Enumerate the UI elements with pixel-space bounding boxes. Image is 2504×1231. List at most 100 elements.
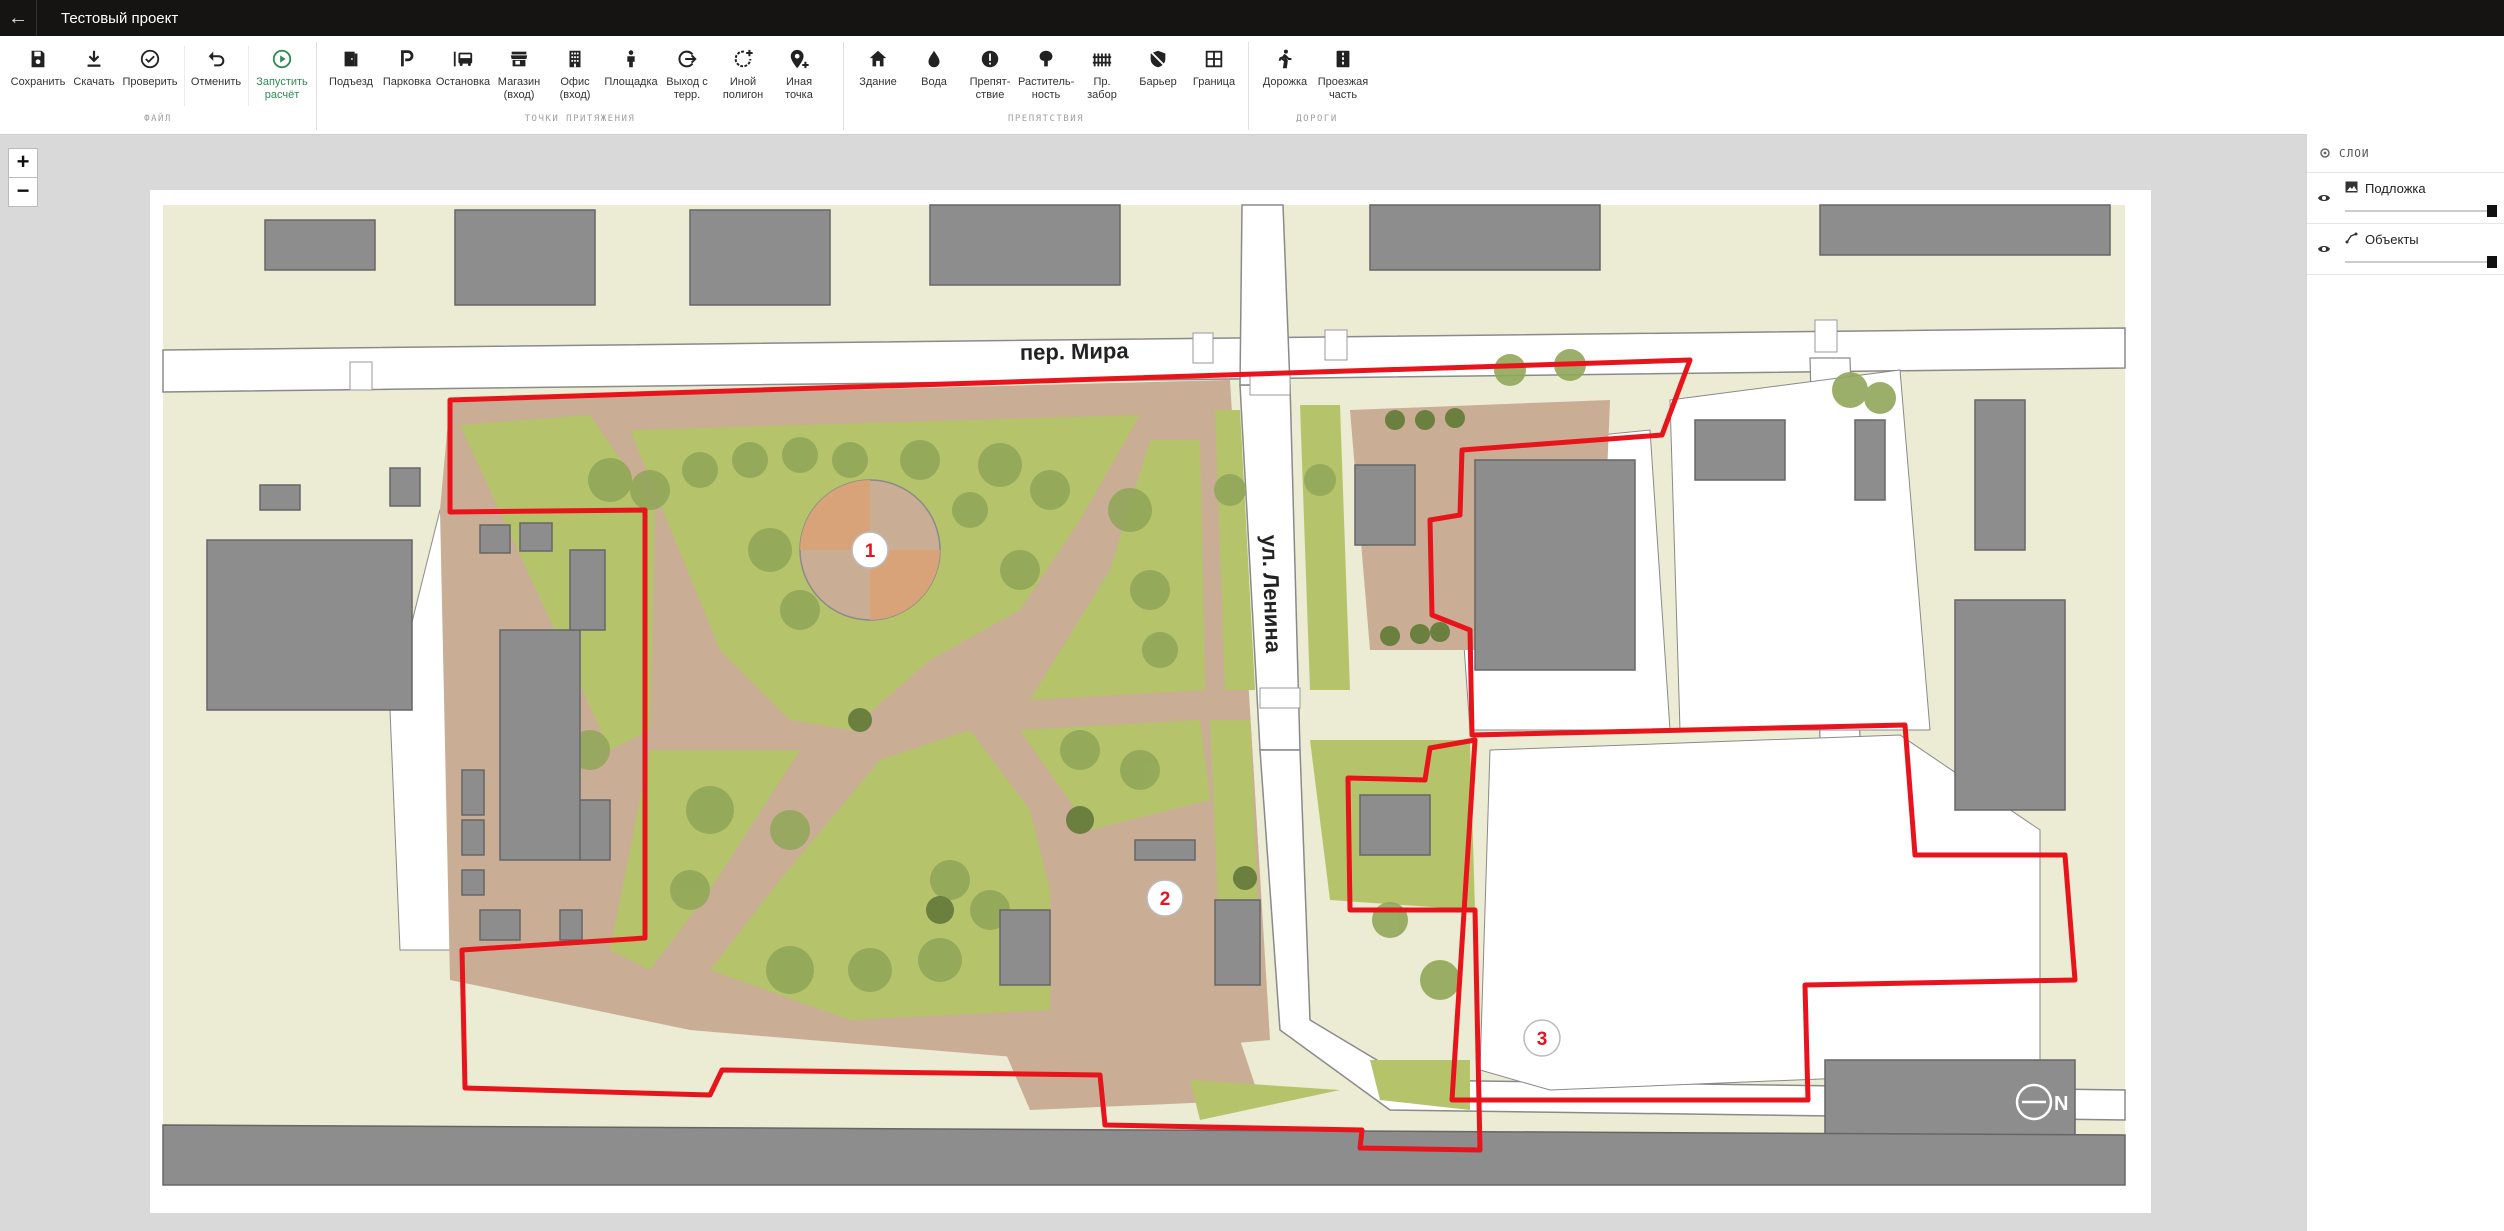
- download-button[interactable]: Скачать: [66, 44, 122, 89]
- group-roads: Дорожка Проезжая часть дороги: [1249, 36, 1385, 134]
- marker-2[interactable]: 2: [1146, 879, 1184, 917]
- stop-label: Остановка: [435, 76, 491, 88]
- border-label: Граница: [1192, 76, 1236, 88]
- street-lenina-label: ул. Ленина: [1257, 534, 1286, 654]
- path-tool[interactable]: Дорожка: [1257, 44, 1313, 89]
- alert-circle-icon: [981, 50, 999, 68]
- office-tool[interactable]: Офис (вход): [547, 44, 603, 102]
- project-title: Тестовый проект: [61, 9, 179, 27]
- playground-label: Площадка: [604, 76, 658, 88]
- check-button[interactable]: Проверить: [122, 44, 178, 89]
- barrier-label: Барьер: [1139, 76, 1177, 88]
- vegetation-tool[interactable]: Раститель- ность: [1018, 44, 1074, 102]
- north-label: N: [2054, 1093, 2068, 1115]
- street-mira-label: пер. Мира: [1020, 338, 1130, 365]
- other-point-tool[interactable]: Иная точка: [771, 44, 827, 102]
- save-label: Сохранить: [10, 76, 66, 88]
- layer-basemap: Подложка: [2307, 173, 2504, 224]
- save-button[interactable]: Сохранить: [10, 44, 66, 89]
- map-canvas[interactable]: 1 2 3 пер. Мира ул. Ленина N: [150, 190, 2151, 1213]
- entrance-tool[interactable]: Подъезд: [323, 44, 379, 89]
- undo-label: Отменить: [190, 76, 242, 88]
- fence-icon: [1092, 53, 1112, 67]
- water-tool[interactable]: Вода: [906, 44, 962, 89]
- undo-icon: [208, 51, 225, 67]
- marker-3[interactable]: 3: [1523, 1019, 1561, 1057]
- group-obstacles: Здание Вода Препят- ствие Раститель- нос…: [844, 36, 1248, 134]
- slider-handle[interactable]: [2487, 205, 2497, 217]
- walking-icon: [1278, 49, 1292, 69]
- layers-header: слои: [2307, 134, 2504, 173]
- obstacle-tool[interactable]: Препят- ствие: [962, 44, 1018, 102]
- fence-tool[interactable]: Пр. забор: [1074, 44, 1130, 102]
- shop-label: Магазин (вход): [497, 76, 541, 101]
- store-icon: [510, 51, 528, 67]
- playground-tool[interactable]: Площадка: [603, 44, 659, 89]
- group-attraction-points: Подъезд Парковка Остановка Магазин (вход…: [317, 36, 843, 134]
- map-pin-add-icon: [790, 49, 809, 69]
- fence-label: Пр. забор: [1087, 76, 1117, 101]
- eye-icon[interactable]: [2317, 193, 2331, 203]
- check-label: Проверить: [122, 76, 178, 88]
- entrance-label: Подъезд: [329, 76, 373, 88]
- other-point-label: Иная точка: [785, 76, 813, 101]
- building-label: Здание: [859, 76, 897, 88]
- vector-icon: [2345, 232, 2358, 244]
- exit-label: Выход с терр.: [666, 76, 708, 101]
- check-circle-icon: [140, 49, 160, 69]
- exit-circle-icon: [678, 50, 697, 68]
- shop-tool[interactable]: Магазин (вход): [491, 44, 547, 102]
- download-icon: [87, 50, 101, 67]
- zoom-in-button[interactable]: +: [8, 148, 38, 178]
- run-calculation-label: Запустить расчёт: [256, 76, 308, 101]
- parking-label: Парковка: [382, 76, 432, 88]
- marker-1[interactable]: 1: [851, 531, 889, 569]
- marker-2-label: 2: [1160, 889, 1171, 910]
- group-roads-label: дороги: [1296, 114, 1338, 124]
- image-icon: [2345, 181, 2358, 193]
- back-arrow-icon[interactable]: ←: [0, 7, 36, 30]
- gear-icon: [2320, 148, 2330, 158]
- layer-objects-name: Объекты: [2365, 232, 2419, 247]
- marker-3-label: 3: [1537, 1029, 1548, 1050]
- parking-tool[interactable]: Парковка: [379, 44, 435, 89]
- tree-icon: [1039, 50, 1053, 67]
- site-plan-svg[interactable]: 1 2 3 пер. Мира ул. Ленина N: [150, 190, 2151, 1213]
- exit-tool[interactable]: Выход с терр.: [659, 44, 715, 102]
- group-file: Сохранить Скачать Проверить Отменить Зап…: [0, 36, 316, 134]
- office-building-icon: [569, 50, 581, 68]
- roadway-tool[interactable]: Проезжая часть: [1315, 44, 1371, 102]
- border-grid-icon: [1205, 50, 1223, 68]
- layer-objects-opacity-slider[interactable]: [2345, 256, 2497, 268]
- street-lenina-north: [1239, 204, 1291, 386]
- layer-objects: Объекты: [2307, 224, 2504, 275]
- building-tool[interactable]: Здание: [850, 44, 906, 89]
- barrier-tool[interactable]: Барьер: [1130, 44, 1186, 89]
- layer-basemap-opacity-slider[interactable]: [2345, 205, 2497, 217]
- group-obstacles-label: препятствия: [1007, 114, 1085, 124]
- path-label: Дорожка: [1262, 76, 1308, 88]
- polygon-add-icon: [734, 49, 753, 68]
- eye-icon[interactable]: [2317, 244, 2331, 254]
- home-icon: [869, 50, 887, 67]
- border-tool[interactable]: Граница: [1186, 44, 1242, 89]
- run-calculation-button[interactable]: Запустить расчёт: [254, 44, 310, 102]
- layer-basemap-name: Подложка: [2365, 181, 2426, 196]
- polygon-tool[interactable]: Иной полигон: [715, 44, 771, 102]
- layers-title: слои: [2339, 146, 2370, 160]
- title-divider: [36, 0, 37, 36]
- download-label: Скачать: [73, 76, 115, 88]
- title-bar: ← Тестовый проект: [0, 0, 2504, 36]
- undo-button[interactable]: Отменить: [188, 44, 244, 89]
- zoom-out-button[interactable]: −: [8, 177, 38, 207]
- slider-handle[interactable]: [2487, 256, 2497, 268]
- water-label: Вода: [921, 76, 947, 88]
- layers-panel: слои Подложка Объекты: [2306, 134, 2504, 1231]
- group-attraction-label: точки притяжения: [524, 114, 636, 124]
- shield-off-icon: [1150, 50, 1166, 68]
- door-icon: [344, 51, 358, 67]
- toolbar: Сохранить Скачать Проверить Отменить Зап…: [0, 36, 2504, 135]
- water-drop-icon: [928, 50, 940, 68]
- stop-tool[interactable]: Остановка: [435, 44, 491, 89]
- road-icon: [1336, 50, 1350, 68]
